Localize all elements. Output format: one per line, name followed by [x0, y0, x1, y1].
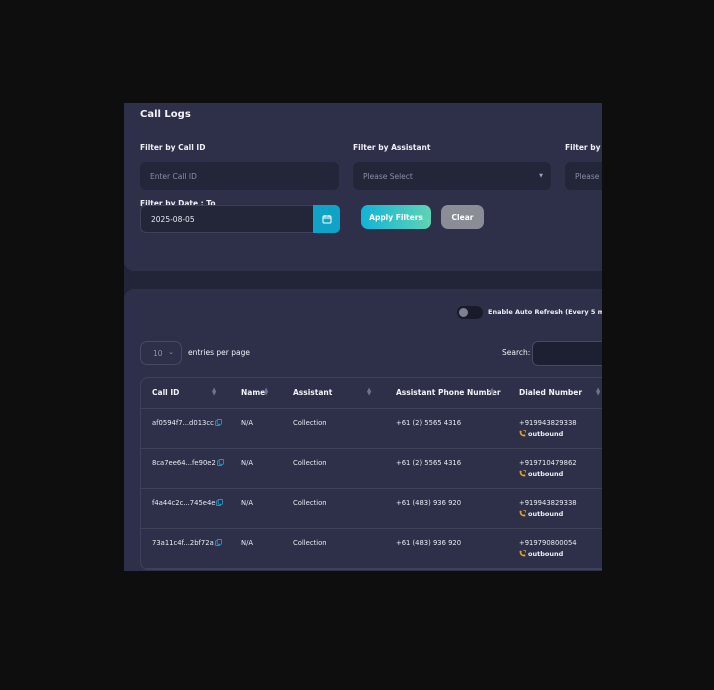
clear-button[interactable]: Clear	[441, 205, 484, 229]
entries-per-page-select[interactable]: 10 ⌄	[140, 341, 182, 365]
phone-outgoing-icon	[519, 510, 526, 517]
direction-text: outbound	[528, 510, 564, 518]
table-header: Call ID ▲ ▼ Name ▲ ▼ Assistant ▲ ▼ Assistan…	[141, 378, 602, 409]
table-row[interactable]: f4a44c2c...745e4e N/A Collection +61 (48…	[141, 489, 602, 529]
toggle-knob	[459, 308, 468, 317]
table-row[interactable]: 8ca7ee64...fe90e2 N/A Collection +61 (2)…	[141, 449, 602, 489]
apply-filters-button[interactable]: Apply Filters	[361, 205, 431, 229]
chevron-down-icon: ⌄	[168, 348, 174, 356]
sort-icon[interactable]: ▲ ▼	[596, 387, 600, 397]
third-filter-placeholder: Please S	[575, 171, 602, 181]
call-id-text: f4a44c2c...745e4e	[152, 499, 216, 507]
call-logs-table: Call ID ▲ ▼ Name ▲ ▼ Assistant ▲ ▼ Assistan…	[140, 377, 602, 570]
filter-card: Call Logs Filter by Call ID Enter Call I…	[124, 103, 602, 271]
page-title: Call Logs	[140, 109, 191, 120]
assistant-cell: Collection	[293, 459, 327, 467]
dialed-number-cell: +919943829338	[519, 419, 577, 427]
search-input[interactable]	[532, 341, 602, 366]
call-id-cell[interactable]: af0594f7...d013cc	[152, 419, 222, 427]
third-filter-select[interactable]: Please S	[565, 162, 602, 190]
direction-text: outbound	[528, 470, 564, 478]
assistant-cell: Collection	[293, 499, 327, 507]
table-body: af0594f7...d013cc N/A Collection +61 (2)…	[141, 409, 602, 569]
direction-text: outbound	[528, 430, 564, 438]
column-header-dialed-number[interactable]: Dialed Number	[519, 388, 582, 397]
name-cell: N/A	[241, 539, 254, 547]
table-row[interactable]: 73a11c4f...2bf72a N/A Collection +61 (48…	[141, 529, 602, 569]
table-row[interactable]: af0594f7...d013cc N/A Collection +61 (2)…	[141, 409, 602, 449]
name-cell: N/A	[241, 499, 254, 507]
call-id-input[interactable]: Enter Call ID	[140, 162, 339, 190]
name-cell: N/A	[241, 459, 254, 467]
calendar-button[interactable]	[313, 205, 340, 233]
assistant-cell: Collection	[293, 539, 327, 547]
name-cell: N/A	[241, 419, 254, 427]
call-id-text: af0594f7...d013cc	[152, 419, 214, 427]
caret-down-icon: ▼	[539, 173, 543, 179]
phone-outgoing-icon	[519, 470, 526, 477]
copy-icon[interactable]	[216, 499, 224, 506]
call-id-cell[interactable]: 8ca7ee64...fe90e2	[152, 459, 224, 467]
dialed-number-cell: +919710479862	[519, 459, 577, 467]
column-header-name[interactable]: Name	[241, 388, 265, 397]
sort-icon[interactable]: ▲ ▼	[490, 387, 494, 397]
phone-outgoing-icon	[519, 430, 526, 437]
app-viewport: Call Logs Filter by Call ID Enter Call I…	[124, 103, 602, 571]
table-card: Enable Auto Refresh (Every 5 min) 10 ⌄ e…	[124, 289, 602, 571]
column-header-call-id[interactable]: Call ID	[152, 388, 179, 397]
entries-per-page-label: entries per page	[188, 348, 250, 357]
phone-outgoing-icon	[519, 550, 526, 557]
assistant-phone-cell: +61 (483) 936 920	[396, 499, 462, 507]
column-header-assistant[interactable]: Assistant	[293, 388, 332, 397]
column-header-assistant-phone[interactable]: Assistant Phone Number	[396, 388, 501, 397]
assistant-filter-label: Filter by Assistant	[353, 143, 431, 152]
call-direction: outbound	[519, 510, 563, 518]
auto-refresh-label: Enable Auto Refresh (Every 5 min)	[488, 308, 602, 316]
assistant-cell: Collection	[293, 419, 327, 427]
call-id-text: 8ca7ee64...fe90e2	[152, 459, 216, 467]
call-direction: outbound	[519, 470, 563, 478]
calendar-icon	[322, 215, 331, 224]
dialed-number-cell: +919790800054	[519, 539, 577, 547]
direction-text: outbound	[528, 550, 564, 558]
copy-icon[interactable]	[214, 419, 222, 426]
assistant-select[interactable]: Please Select ▼	[353, 162, 551, 190]
dialed-number-cell: +919943829338	[519, 499, 577, 507]
copy-icon[interactable]	[216, 459, 224, 466]
assistant-phone-cell: +61 (483) 936 920	[396, 539, 462, 547]
call-id-text: 73a11c4f...2bf72a	[152, 539, 214, 547]
date-to-input[interactable]: 2025-08-05	[140, 205, 314, 233]
sort-icon[interactable]: ▲ ▼	[212, 387, 216, 397]
search-label: Search:	[502, 348, 531, 357]
call-id-placeholder: Enter Call ID	[150, 171, 197, 181]
call-id-cell[interactable]: 73a11c4f...2bf72a	[152, 539, 222, 547]
assistant-phone-cell: +61 (2) 5565 4316	[396, 459, 462, 467]
sort-icon[interactable]: ▲ ▼	[264, 387, 268, 397]
third-filter-label: Filter by P	[565, 143, 602, 152]
call-id-filter-label: Filter by Call ID	[140, 143, 206, 152]
sort-icon[interactable]: ▲ ▼	[367, 387, 371, 397]
call-direction: outbound	[519, 430, 563, 438]
assistant-phone-cell: +61 (2) 5565 4316	[396, 419, 462, 427]
assistant-placeholder: Please Select	[363, 171, 413, 181]
auto-refresh-toggle[interactable]	[457, 306, 483, 319]
entries-value: 10	[153, 348, 163, 358]
call-direction: outbound	[519, 550, 563, 558]
copy-icon[interactable]	[214, 539, 222, 546]
call-id-cell[interactable]: f4a44c2c...745e4e	[152, 499, 224, 507]
date-to-value: 2025-08-05	[151, 214, 195, 224]
